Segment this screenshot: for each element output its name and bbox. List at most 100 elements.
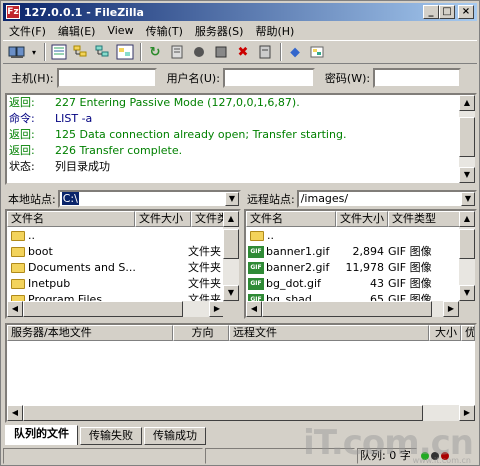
chevron-down-icon[interactable]: ▼	[461, 192, 475, 206]
list-item[interactable]: GIF banner2.gif 11,978 GIF 图像	[246, 260, 448, 276]
col-size[interactable]: 大小	[429, 325, 461, 341]
menu-help[interactable]: 帮助(H)	[249, 23, 300, 39]
scroll-right-icon[interactable]: ▶	[459, 405, 475, 421]
toggle-local-tree-icon[interactable]	[71, 42, 91, 62]
chevron-down-icon[interactable]: ▼	[225, 192, 239, 206]
file-type: GIF 图像	[388, 261, 432, 274]
local-vscrollbar[interactable]: ▲ ▼	[223, 211, 239, 301]
list-item[interactable]: ..	[246, 228, 447, 244]
remote-vscrollbar[interactable]: ▲ ▼	[459, 211, 475, 301]
toggle-queue-icon[interactable]	[115, 42, 135, 62]
dropdown-arrow-icon[interactable]: ▾	[29, 42, 39, 62]
col-filetype[interactable]: 文件类	[191, 211, 225, 227]
scroll-thumb[interactable]	[23, 301, 183, 317]
gif-file-icon: GIF	[248, 246, 264, 258]
remote-site-combo[interactable]: /images/ ▼	[296, 190, 477, 208]
menu-server[interactable]: 服务器(S)	[189, 23, 250, 39]
log-text: 125 Data connection already open; Transf…	[55, 128, 347, 141]
remote-hscrollbar[interactable]: ◀ ▶	[246, 301, 459, 317]
gif-file-icon: GIF	[248, 278, 264, 290]
local-pane: 本地站点: C:\ ▼ 文件名 文件大小 文件类 .. boot 文件夹 Doc…	[5, 189, 241, 319]
reconnect-server-icon[interactable]	[255, 42, 275, 62]
queue-hscrollbar[interactable]: ◀ ▶	[7, 405, 475, 421]
col-direction[interactable]: 方向	[173, 325, 229, 341]
site-manager-icon[interactable]	[7, 42, 27, 62]
col-remote-file[interactable]: 远程文件	[229, 325, 429, 341]
list-item[interactable]: GIF bg_dot.gif 43 GIF 图像	[246, 276, 448, 292]
menu-edit[interactable]: 编辑(E)	[52, 23, 102, 39]
menu-transfer[interactable]: 传输(T)	[140, 23, 189, 39]
file-name: banner2.gif	[266, 261, 330, 274]
scroll-up-icon[interactable]: ▲	[459, 95, 475, 111]
tab-queued-files[interactable]: 队列的文件	[5, 425, 78, 445]
close-button[interactable]: ×	[458, 5, 474, 19]
local-site-combo[interactable]: C:\ ▼	[57, 190, 241, 208]
col-filename[interactable]: 文件名	[246, 211, 336, 227]
list-item[interactable]: GIF banner1.gif 2,894 GIF 图像	[246, 244, 448, 260]
scroll-thumb[interactable]	[459, 117, 475, 157]
remote-pane: 远程站点: /images/ ▼ 文件名 文件大小 文件类型 .. GIF ba…	[244, 189, 477, 319]
process-queue-icon[interactable]	[167, 42, 187, 62]
reconnect-icon[interactable]: ✖	[233, 42, 253, 62]
menu-file[interactable]: 文件(F)	[3, 23, 52, 39]
scroll-down-icon[interactable]: ▼	[459, 285, 475, 301]
local-site-value: C:\	[61, 192, 79, 205]
scroll-thumb[interactable]	[223, 229, 239, 259]
cancel-icon[interactable]	[189, 42, 209, 62]
password-input[interactable]	[373, 68, 462, 88]
refresh-icon[interactable]: ↻	[145, 42, 165, 62]
col-filesize[interactable]: 文件大小	[135, 211, 191, 227]
tab-failed-transfers[interactable]: 传输失败	[80, 427, 142, 445]
menu-view[interactable]: View	[101, 24, 139, 37]
file-size: 43	[370, 277, 384, 290]
scroll-left-icon[interactable]: ◀	[7, 405, 23, 421]
scroll-down-icon[interactable]: ▼	[459, 167, 475, 183]
local-hscrollbar[interactable]: ◀ ▶	[7, 301, 225, 317]
message-log: 返回: 227 Entering Passive Mode (127,0,0,1…	[5, 93, 477, 185]
scroll-left-icon[interactable]: ◀	[7, 301, 23, 317]
log-line: 返回: 226 Transfer complete.	[7, 143, 475, 159]
log-scrollbar[interactable]: ▲ ▼	[459, 95, 475, 183]
log-text: 列目录成功	[55, 160, 110, 173]
status-bar: 队列: 0 字	[3, 447, 477, 465]
log-line: 返回: 125 Data connection already open; Tr…	[7, 127, 475, 143]
compare-icon[interactable]: ⬥	[285, 42, 305, 62]
file-name: bg_dot.gif	[266, 277, 321, 290]
col-server-local[interactable]: 服务器/本地文件	[7, 325, 173, 341]
disconnect-icon[interactable]	[211, 42, 231, 62]
list-item[interactable]: boot 文件夹	[7, 244, 222, 260]
toolbar-separator	[44, 43, 46, 61]
scroll-corner	[223, 301, 239, 317]
scroll-thumb[interactable]	[459, 229, 475, 259]
filter-icon[interactable]	[307, 42, 327, 62]
scroll-down-icon[interactable]: ▼	[223, 285, 239, 301]
scroll-left-icon[interactable]: ◀	[246, 301, 262, 317]
scroll-right-icon[interactable]: ▶	[443, 301, 459, 317]
username-input[interactable]	[222, 68, 315, 88]
col-filesize[interactable]: 文件大小	[336, 211, 388, 227]
toggle-log-icon[interactable]	[49, 42, 69, 62]
tab-successful-transfers[interactable]: 传输成功	[144, 427, 206, 445]
status-cell	[3, 448, 203, 464]
scroll-thumb[interactable]	[262, 301, 432, 317]
scroll-thumb[interactable]	[23, 405, 423, 421]
maximize-button[interactable]: □	[439, 5, 455, 19]
minimize-button[interactable]: _	[423, 5, 439, 19]
list-item[interactable]: Documents and S... 文件夹	[7, 260, 222, 276]
title-bar[interactable]: Fz 127.0.0.1 - FileZilla _ □ ×	[3, 3, 477, 21]
col-priority[interactable]: 优	[461, 325, 475, 341]
local-site-bar: 本地站点: C:\ ▼	[5, 189, 241, 209]
col-filename[interactable]: 文件名	[7, 211, 135, 227]
scroll-up-icon[interactable]: ▲	[223, 211, 239, 227]
log-text: LIST -a	[55, 112, 93, 125]
host-input[interactable]	[56, 68, 157, 88]
log-label: 命令:	[9, 112, 35, 125]
scroll-up-icon[interactable]: ▲	[459, 211, 475, 227]
host-label: 主机(H):	[11, 72, 54, 85]
file-size: 2,894	[352, 245, 385, 258]
local-file-list: 文件名 文件大小 文件类 .. boot 文件夹 Documents and S…	[5, 209, 241, 319]
list-item[interactable]: Inetpub 文件夹	[7, 276, 222, 292]
toggle-remote-tree-icon[interactable]	[93, 42, 113, 62]
col-filetype[interactable]: 文件类型	[388, 211, 460, 227]
list-item[interactable]: ..	[7, 228, 222, 244]
